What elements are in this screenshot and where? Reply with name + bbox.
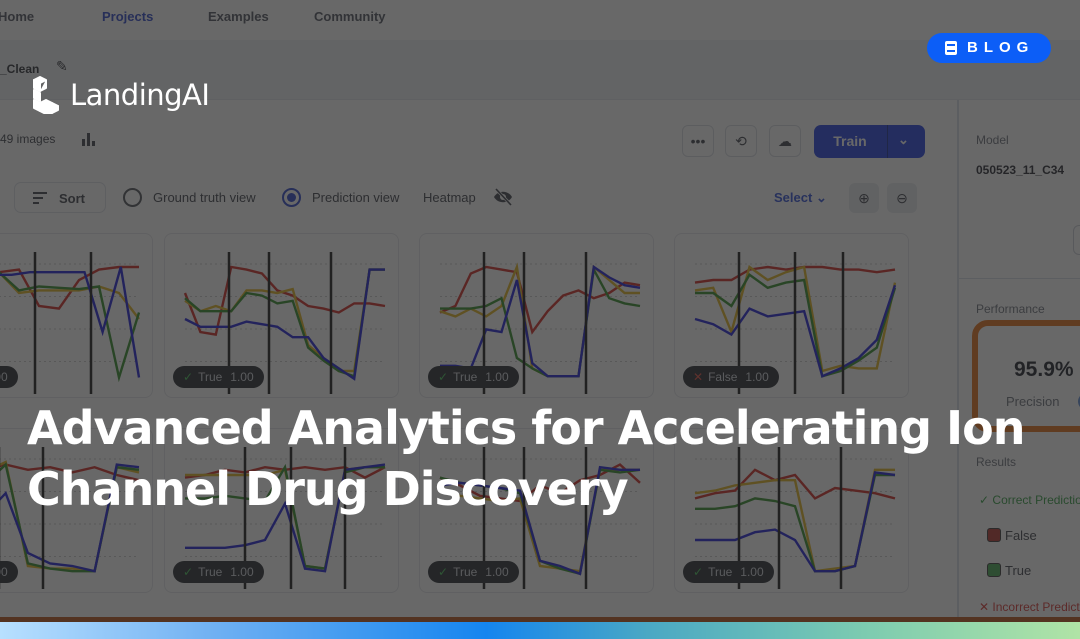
book-icon [945, 41, 957, 55]
landingai-logo-icon [33, 76, 59, 114]
blog-badge[interactable]: BLOG [927, 33, 1051, 63]
article-headline: Advanced Analytics for Accelerating Ion … [27, 401, 1026, 516]
blog-label: BLOG [967, 39, 1035, 56]
brand-name: LandingAI [70, 78, 210, 112]
gradient-footer-bar [0, 622, 1080, 639]
